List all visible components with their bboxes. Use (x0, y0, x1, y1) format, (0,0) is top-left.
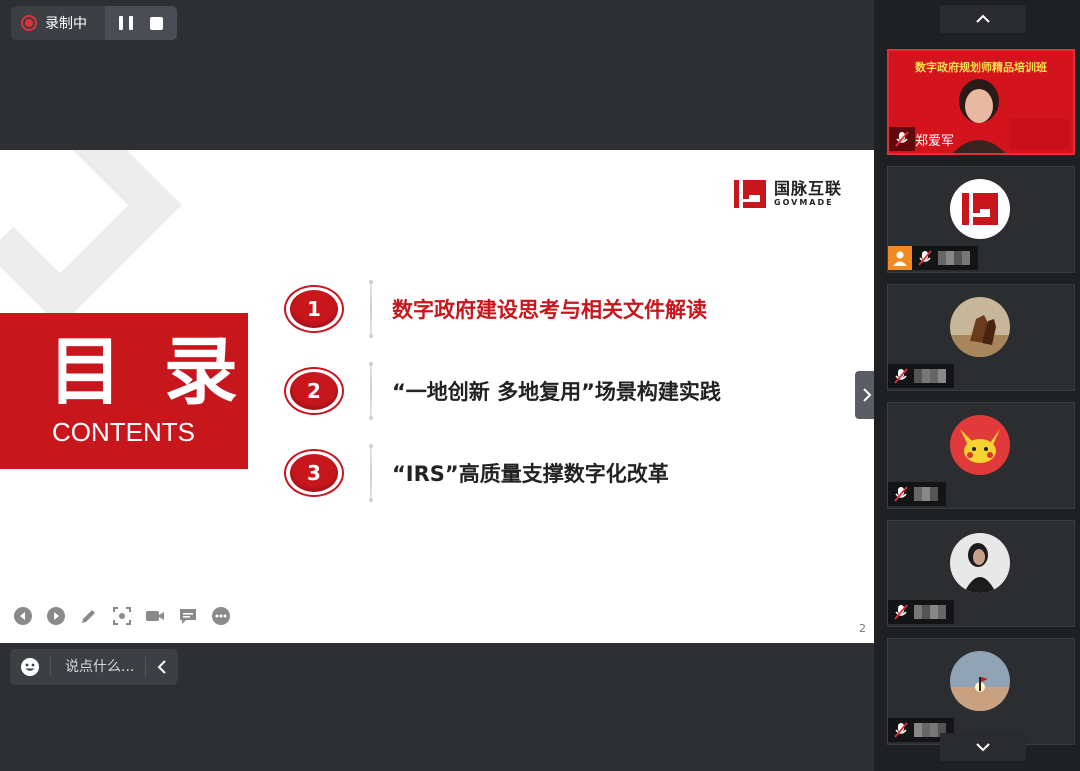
speaker-namebar: 郑爱军 (889, 127, 960, 151)
toc-item-2: 2 “一地创新 多地复用”场景构建实践 (284, 362, 721, 420)
slide-toolbar (12, 605, 232, 627)
contents-title-block: 目 录 CONTENTS (0, 313, 248, 469)
participant-namebar (888, 482, 946, 506)
prev-icon (14, 607, 32, 625)
pause-recording-button[interactable] (113, 10, 139, 36)
chevron-up-icon (976, 14, 990, 23)
toc-item-3: 3 “IRS”高质量支撑数字化改革 (284, 444, 669, 502)
govmade-logo: 国脉互联 GOVMADE (734, 178, 842, 210)
toc-divider (369, 362, 373, 420)
blurred-name (914, 482, 946, 506)
slide-page-number: 2 (859, 622, 866, 635)
participant-namebar (888, 364, 954, 388)
mic-muted-icon (888, 600, 914, 624)
comment-icon (180, 609, 196, 624)
contents-title-en: CONTENTS (52, 417, 195, 447)
participant-tile[interactable] (887, 402, 1075, 509)
chat-bar: 说点什么... (10, 649, 178, 685)
chat-input[interactable]: 说点什么... (50, 657, 146, 677)
chevron-right-icon (863, 388, 872, 402)
pen-button[interactable] (78, 605, 100, 627)
toc-number-badge: 1 (284, 285, 344, 333)
govmade-logo-icon (734, 180, 766, 208)
govmade-logo-avatar (950, 179, 1010, 239)
toc-number-badge: 3 (284, 449, 344, 497)
shared-slide: 国脉互联 GOVMADE 目 录 CONTENTS 1 数字政府建设思考与相关文… (0, 150, 874, 643)
participant-tile[interactable] (887, 166, 1075, 273)
camera-icon (146, 611, 164, 621)
person-icon (888, 246, 912, 270)
stop-recording-button[interactable] (143, 10, 169, 36)
recording-indicator: 录制中 (11, 6, 105, 40)
chevron-left-icon (157, 660, 166, 674)
mic-muted-icon (888, 364, 914, 388)
toc-item-text: “一地创新 多地复用”场景构建实践 (392, 380, 721, 404)
participant-tile[interactable] (887, 638, 1075, 745)
blurred-name (914, 364, 954, 388)
logo-name-cn: 国脉互联 (774, 179, 843, 198)
screenshot-button[interactable] (111, 605, 133, 627)
chat-collapse-button[interactable] (146, 660, 178, 674)
toc-number-badge: 2 (284, 367, 344, 415)
participant-tile[interactable] (887, 520, 1075, 627)
horse-avatar (950, 297, 1010, 357)
camera-button[interactable] (144, 605, 166, 627)
scroll-up-button[interactable] (940, 5, 1026, 33)
pen-icon (82, 610, 95, 623)
participant-tile[interactable] (887, 284, 1075, 391)
sunset-avatar (950, 651, 1010, 711)
comment-button[interactable] (177, 605, 199, 627)
emoji-icon (21, 658, 39, 676)
mic-muted-icon (912, 246, 938, 270)
portrait-avatar (950, 533, 1010, 593)
meeting-stage: 录制中 国脉互联 GOVMADE 目 录 CONTENTS 1 数字政府建设思考… (0, 0, 874, 771)
screenshot-icon (113, 607, 131, 625)
scroll-down-button[interactable] (940, 733, 1026, 761)
pause-icon (119, 16, 133, 30)
toc-item-text: 数字政府建设思考与相关文件解读 (392, 298, 707, 322)
stop-icon (149, 16, 163, 30)
recording-controls (105, 6, 177, 40)
toc-divider (369, 444, 373, 502)
toc-item-1: 1 数字政府建设思考与相关文件解读 (284, 280, 707, 338)
toc-item-text: “IRS”高质量支撑数字化改革 (392, 462, 669, 486)
record-dot-icon (21, 15, 37, 31)
participant-namebar (888, 600, 954, 624)
pikachu-avatar (950, 415, 1010, 475)
blurred-name (914, 600, 954, 624)
contents-title-cn: 目 录 (48, 329, 246, 415)
more-icon (212, 607, 230, 625)
mic-muted-icon (888, 718, 914, 742)
prev-slide-button[interactable] (12, 605, 34, 627)
recording-bar: 录制中 (11, 6, 177, 40)
speaker-name: 郑爱军 (915, 133, 955, 149)
toc-divider (369, 280, 373, 338)
mic-muted-icon (888, 482, 914, 506)
next-slide-button[interactable] (45, 605, 67, 627)
chevron-down-icon (976, 743, 990, 752)
mic-muted-icon (889, 127, 915, 151)
blurred-name (938, 246, 978, 270)
more-button[interactable] (210, 605, 232, 627)
participant-namebar (888, 246, 978, 270)
speaker-video-tile[interactable]: 数字政府规划师精品培训班 郑爱军 (887, 49, 1075, 155)
participant-sidebar: 数字政府规划师精品培训班 郑爱军 (874, 0, 1080, 771)
next-icon (47, 607, 65, 625)
emoji-button[interactable] (10, 657, 50, 677)
logo-name-en: GOVMADE (774, 198, 834, 207)
recording-status-label: 录制中 (45, 16, 87, 32)
